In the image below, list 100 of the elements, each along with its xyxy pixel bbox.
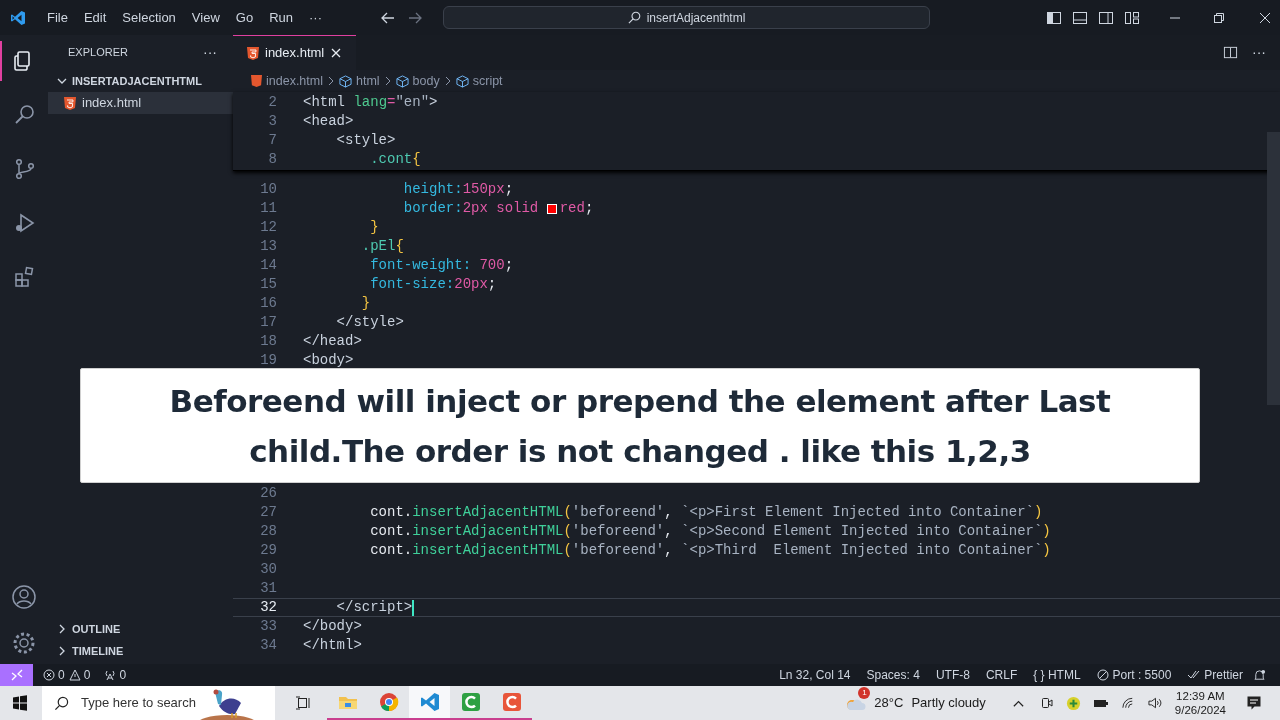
line-number: 32 (259, 598, 277, 617)
sidebar-toggle-icon[interactable] (1046, 9, 1062, 26)
line-number: 33 (259, 617, 277, 636)
line-number: 29 (259, 541, 277, 560)
color-swatch[interactable] (546, 203, 557, 214)
line-number: 14 (259, 256, 277, 275)
breadcrumb-item[interactable]: html (339, 71, 380, 91)
status-item[interactable]: Ln 32, Col 14 (779, 666, 851, 684)
line-number: 18 (259, 332, 277, 351)
vscode-logo-icon (10, 9, 26, 26)
command-center[interactable]: insertAdjacenthtml (443, 6, 930, 29)
breadcrumb-item[interactable]: index.html (251, 71, 323, 91)
code-line: <style> (335, 132, 396, 149)
section-header[interactable]: TIMELINE (48, 640, 233, 662)
search-input[interactable]: Type here to search (81, 693, 221, 713)
status-item[interactable]: Spaces: 4 (866, 666, 920, 684)
no-entry-icon (1096, 669, 1109, 681)
code-line: <head> (303, 113, 354, 130)
error-icon (43, 669, 55, 681)
code-line: </head> (303, 333, 362, 350)
restore-icon[interactable] (1212, 10, 1226, 25)
run-debug-icon (13, 211, 37, 235)
menu-item[interactable]: Edit (75, 7, 115, 28)
remote-button[interactable] (0, 664, 33, 686)
status-item[interactable]: UTF-8 (935, 666, 970, 684)
weather-text[interactable]: Partly cloudy (911, 693, 986, 713)
more-actions-button[interactable]: ··· (1252, 42, 1266, 63)
double-check-icon (1187, 670, 1202, 680)
temperature-text[interactable]: 28°C (874, 693, 904, 713)
command-center-text: insertAdjacenthtml (646, 9, 746, 27)
explorer-tree-row[interactable]: index.html (48, 92, 233, 114)
html5-icon (64, 96, 76, 110)
code-line: </html> (303, 637, 362, 654)
camera-icon[interactable] (1039, 696, 1054, 710)
split-editor-icon[interactable] (1223, 45, 1238, 60)
warning-icon (68, 669, 81, 681)
menu-item[interactable]: File (39, 7, 76, 28)
account-icon[interactable] (11, 584, 37, 610)
line-number: 3 (267, 112, 277, 131)
chrome-icon (377, 691, 400, 713)
search-icon (54, 695, 69, 711)
code-line: } (369, 219, 379, 236)
chevron-right-icon (383, 76, 392, 86)
close-icon[interactable] (1258, 10, 1272, 25)
chevron-right-icon (327, 76, 335, 86)
menu-item[interactable]: Go (227, 7, 262, 28)
line-number: 34 (259, 636, 277, 655)
more-actions-button[interactable]: ··· (203, 42, 217, 63)
text-cursor (412, 599, 415, 616)
status-item[interactable]: CRLF (985, 666, 1018, 684)
status-item[interactable]: Prettier (1204, 666, 1243, 684)
notification-bell-icon[interactable] (1253, 668, 1266, 682)
code-line: </script> (335, 599, 413, 616)
panel-toggle-icon[interactable] (1072, 9, 1088, 26)
notification-center-icon[interactable] (1246, 695, 1262, 711)
error-count[interactable]: 0 (58, 666, 65, 684)
line-number: 30 (259, 560, 277, 579)
code-line: cont.insertAdjacentHTML('beforeend', `<p>Third Element Injected into Container`) (369, 542, 1051, 559)
cube-icon (455, 74, 469, 88)
ports-count[interactable]: 0 (119, 666, 127, 684)
task-view-icon[interactable] (295, 695, 311, 711)
section-header[interactable]: OUTLINE (48, 618, 233, 640)
camtasia-icon (459, 691, 482, 713)
breadcrumb-item[interactable]: script (455, 71, 503, 91)
explorer-title: EXPLORER (68, 45, 128, 61)
settings-icon[interactable] (11, 630, 37, 656)
close-icon[interactable] (330, 47, 343, 59)
status-item[interactable]: Port : 5500 (1112, 666, 1172, 684)
menu-item[interactable]: Selection (114, 7, 184, 28)
search-icon (627, 11, 641, 24)
menu-item[interactable]: ··· (301, 7, 330, 28)
windows-start-icon[interactable] (12, 695, 28, 711)
notification-badge: 1 (858, 687, 871, 699)
speaker-icon[interactable] (1147, 696, 1163, 710)
status-item[interactable]: { } HTML (1033, 666, 1081, 684)
layout-icon[interactable] (1124, 9, 1140, 26)
scrollbar[interactable] (1267, 132, 1280, 405)
line-number: 17 (259, 313, 277, 332)
code-line: cont.insertAdjacentHTML('beforeend', `<p>Second Element Injected into Container`) (369, 523, 1051, 540)
code-line: .cont{ (369, 151, 421, 168)
line-number: 7 (267, 131, 277, 150)
warning-count[interactable]: 0 (83, 666, 91, 684)
line-number: 15 (259, 275, 277, 294)
remote-icon (10, 669, 23, 681)
menu-item[interactable]: Run (261, 7, 301, 28)
taskbar-app[interactable] (409, 686, 450, 720)
taskbar-search-field[interactable]: Type here to search (42, 686, 275, 720)
clock-date[interactable]: 9/26/2024 (1174, 703, 1226, 717)
editor-tab[interactable]: index.html (233, 35, 357, 70)
line-number: 28 (259, 522, 277, 541)
code-line: </style> (335, 314, 404, 331)
code-line: cont.insertAdjacentHTML('beforeend', `<p>First Element Injected into Container`) (369, 504, 1043, 521)
clock-time[interactable]: 12:39 AM (1176, 689, 1225, 703)
code-line: } (360, 295, 371, 312)
breadcrumb-item[interactable]: body (395, 71, 440, 91)
secondary-sidebar-icon[interactable] (1098, 9, 1114, 26)
menu-item[interactable]: View (183, 7, 228, 28)
code-line: border:2px solid red; (402, 200, 594, 217)
folder-row[interactable]: INSERTADJACENTHTML (48, 70, 233, 92)
caption-text: Beforeend will inject or prepend the element after Last child.The order is not changed . like this 1,2,3 (168, 381, 1112, 471)
